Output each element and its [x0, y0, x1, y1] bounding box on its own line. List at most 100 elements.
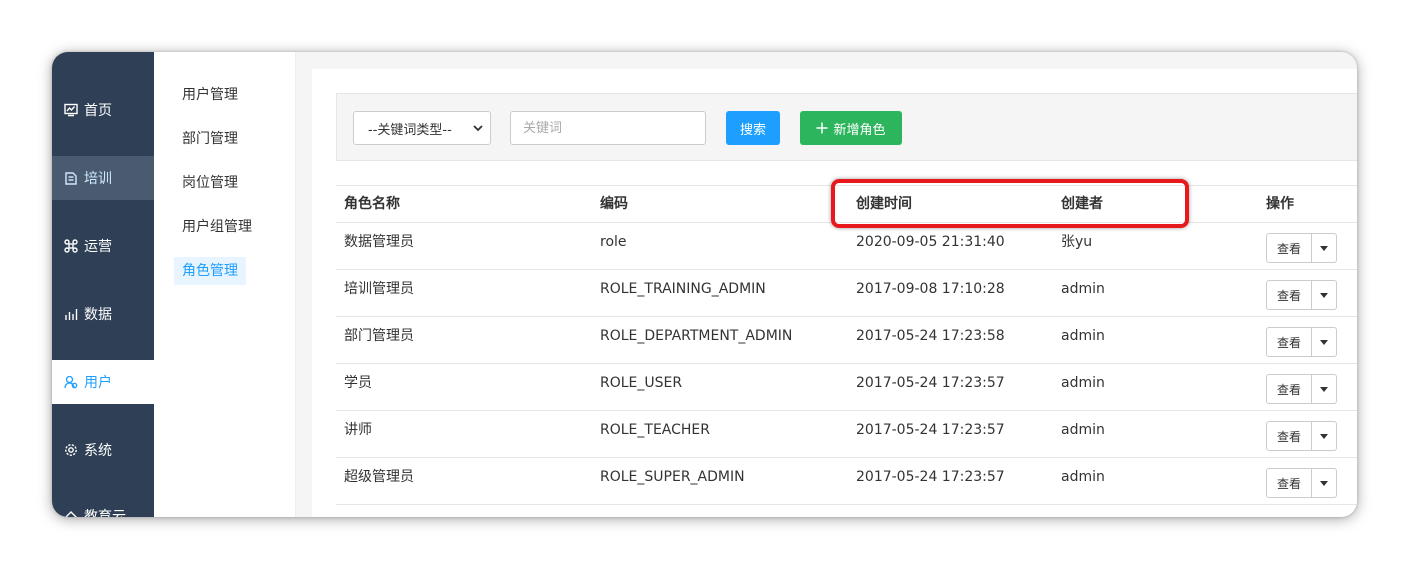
cell-role-name: 超级管理员	[344, 469, 414, 485]
row-actions: 查看	[1266, 421, 1337, 451]
header-created-at: 创建时间	[856, 196, 912, 212]
more-actions-dropdown[interactable]	[1312, 374, 1337, 404]
nav-item-label: 首页	[84, 103, 112, 119]
view-button[interactable]: 查看	[1266, 327, 1312, 357]
cell-created-at: 2017-05-24 17:23:57	[856, 469, 1005, 485]
cloud-icon	[64, 509, 78, 517]
search-button[interactable]: 搜索	[726, 111, 780, 145]
cell-creator: admin	[1061, 375, 1105, 391]
cell-created-at: 2017-05-24 17:23:58	[856, 328, 1005, 344]
app-window: 首页 培训 运营 数据 用户 系统 教育云 用户管理 部门管理 岗位管理 用户组…	[52, 52, 1357, 517]
caret-down-icon	[1320, 480, 1328, 486]
cell-created-at: 2017-09-08 17:10:28	[856, 281, 1005, 297]
main-content: --关键词类型-- 搜索 新增角色 角色名称 编码 创建时间 创建者 操作 数据…	[312, 69, 1357, 517]
nav-item-users[interactable]: 用户	[52, 360, 154, 404]
sub-item-position-management[interactable]: 岗位管理	[174, 169, 246, 197]
cell-code: ROLE_SUPER_ADMIN	[600, 469, 745, 485]
caret-down-icon	[1320, 245, 1328, 251]
nav-item-system[interactable]: 系统	[52, 428, 154, 472]
keyword-input[interactable]	[510, 111, 706, 145]
row-actions: 查看	[1266, 468, 1337, 498]
cell-code: ROLE_USER	[600, 375, 683, 391]
gear-icon	[64, 443, 78, 457]
plus-icon	[816, 122, 828, 134]
nav-item-edu-cloud[interactable]: 教育云	[52, 494, 154, 517]
view-button[interactable]: 查看	[1266, 468, 1312, 498]
more-actions-dropdown[interactable]	[1312, 421, 1337, 451]
caret-down-icon	[1320, 339, 1328, 345]
view-button[interactable]: 查看	[1266, 421, 1312, 451]
cell-role-name: 讲师	[344, 422, 372, 438]
nav-item-home[interactable]: 首页	[52, 88, 154, 132]
cell-created-at: 2017-05-24 17:23:57	[856, 422, 1005, 438]
more-actions-dropdown[interactable]	[1312, 280, 1337, 310]
sub-item-role-management[interactable]: 角色管理	[174, 257, 246, 285]
sub-item-user-group-management[interactable]: 用户组管理	[174, 213, 260, 241]
cell-creator: admin	[1061, 328, 1105, 344]
cell-role-name: 部门管理员	[344, 328, 414, 344]
cell-role-name: 数据管理员	[344, 234, 414, 250]
cell-role-name: 培训管理员	[344, 281, 414, 297]
keyword-type-select[interactable]: --关键词类型--	[353, 111, 491, 145]
cell-code: ROLE_DEPARTMENT_ADMIN	[600, 328, 793, 344]
bar-chart-icon	[64, 307, 78, 321]
caret-down-icon	[1320, 433, 1328, 439]
book-icon	[64, 171, 78, 185]
command-icon	[64, 239, 78, 253]
table-row: 讲师 ROLE_TEACHER 2017-05-24 17:23:57 admi…	[336, 411, 1357, 458]
sub-menu: 用户管理 部门管理 岗位管理 用户组管理 角色管理	[154, 52, 296, 517]
view-button[interactable]: 查看	[1266, 233, 1312, 263]
header-role-name: 角色名称	[344, 196, 400, 212]
view-button[interactable]: 查看	[1266, 374, 1312, 404]
row-actions: 查看	[1266, 327, 1337, 357]
nav-item-label: 数据	[84, 307, 112, 323]
cell-role-name: 学员	[344, 375, 372, 391]
chart-icon	[64, 103, 78, 117]
header-creator: 创建者	[1061, 196, 1103, 212]
table-header: 角色名称 编码 创建时间 创建者 操作	[336, 186, 1357, 223]
more-actions-dropdown[interactable]	[1312, 468, 1337, 498]
add-role-label: 新增角色	[833, 122, 886, 138]
roles-table: 角色名称 编码 创建时间 创建者 操作 数据管理员 role 2020-09-0…	[336, 185, 1357, 505]
nav-item-label: 用户	[84, 375, 112, 391]
nav-item-data[interactable]: 数据	[52, 292, 154, 336]
table-row: 学员 ROLE_USER 2017-05-24 17:23:57 admin 查…	[336, 364, 1357, 411]
select-value: --关键词类型--	[368, 122, 452, 138]
more-actions-dropdown[interactable]	[1312, 233, 1337, 263]
cell-creator: admin	[1061, 469, 1105, 485]
more-actions-dropdown[interactable]	[1312, 327, 1337, 357]
table-row: 超级管理员 ROLE_SUPER_ADMIN 2017-05-24 17:23:…	[336, 458, 1357, 505]
table-row: 培训管理员 ROLE_TRAINING_ADMIN 2017-09-08 17:…	[336, 270, 1357, 317]
nav-item-label: 系统	[84, 443, 112, 459]
row-actions: 查看	[1266, 280, 1337, 310]
nav-item-label: 运营	[84, 239, 112, 255]
row-actions: 查看	[1266, 233, 1337, 263]
header-actions: 操作	[1266, 196, 1294, 212]
cell-code: ROLE_TRAINING_ADMIN	[600, 281, 766, 297]
cell-created-at: 2020-09-05 21:31:40	[856, 234, 1005, 250]
row-actions: 查看	[1266, 374, 1337, 404]
nav-item-operations[interactable]: 运营	[52, 224, 154, 268]
header-code: 编码	[600, 196, 628, 212]
caret-down-icon	[1320, 386, 1328, 392]
sub-item-department-management[interactable]: 部门管理	[174, 125, 246, 153]
cell-creator: admin	[1061, 422, 1105, 438]
chevron-down-icon	[473, 125, 483, 132]
cell-creator: admin	[1061, 281, 1105, 297]
sub-item-user-management[interactable]: 用户管理	[174, 81, 246, 109]
table-row: 部门管理员 ROLE_DEPARTMENT_ADMIN 2017-05-24 1…	[336, 317, 1357, 364]
nav-item-training[interactable]: 培训	[52, 156, 154, 200]
nav-item-label: 培训	[84, 171, 112, 187]
cell-creator: 张yu	[1061, 234, 1093, 250]
table-row: 数据管理员 role 2020-09-05 21:31:40 张yu 查看	[336, 223, 1357, 270]
users-icon	[64, 375, 78, 389]
cell-code: role	[600, 234, 627, 250]
nav-item-label: 教育云	[84, 509, 126, 517]
cell-code: ROLE_TEACHER	[600, 422, 710, 438]
add-role-button[interactable]: 新增角色	[800, 111, 902, 145]
search-bar: --关键词类型-- 搜索 新增角色	[336, 93, 1357, 161]
cell-created-at: 2017-05-24 17:23:57	[856, 375, 1005, 391]
main-nav: 首页 培训 运营 数据 用户 系统 教育云	[52, 52, 154, 517]
caret-down-icon	[1320, 292, 1328, 298]
view-button[interactable]: 查看	[1266, 280, 1312, 310]
